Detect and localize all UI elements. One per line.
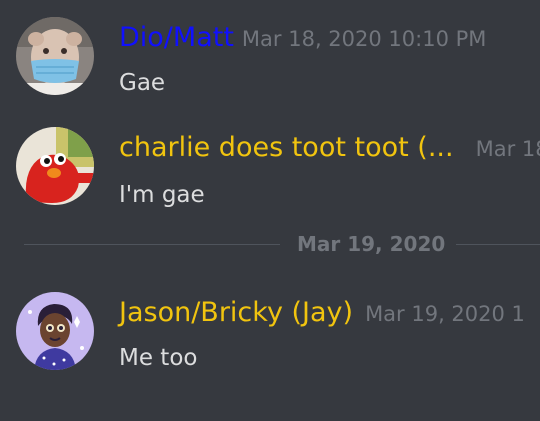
- message-item: charlie does toot toot (... Mar 18 I'm ga…: [0, 110, 540, 208]
- divider-line: [24, 244, 280, 245]
- username[interactable]: charlie does toot toot (...: [119, 132, 454, 163]
- message-content: I'm gae: [119, 182, 205, 208]
- red-creature-icon: [16, 127, 94, 205]
- message-header: Dio/Matt Mar 18, 2020 10:10 PM: [119, 22, 486, 53]
- message-header: charlie does toot toot (... Mar 18: [119, 132, 540, 163]
- red-creature-avatar[interactable]: [16, 127, 94, 205]
- timestamp: Mar 18, 2020 10:10 PM: [241, 27, 487, 51]
- message-content: Gae: [119, 70, 166, 96]
- cartoon-person-icon: [16, 292, 94, 370]
- username[interactable]: Jason/Bricky (Jay): [119, 297, 353, 328]
- date-divider-label: Mar 19, 2020: [297, 232, 446, 256]
- masked-face-icon: [16, 17, 94, 95]
- date-divider: Mar 19, 2020: [0, 232, 540, 258]
- message-item: Dio/Matt Mar 18, 2020 10:10 PM Gae: [0, 0, 540, 96]
- timestamp: Mar 19, 2020 1: [365, 302, 525, 326]
- message-header: Jason/Bricky (Jay) Mar 19, 2020 1: [119, 297, 525, 328]
- timestamp: Mar 18: [475, 137, 540, 161]
- message-content: Me too: [119, 345, 198, 371]
- cartoon-person-avatar[interactable]: [16, 292, 94, 370]
- divider-line: [456, 244, 540, 245]
- username[interactable]: Dio/Matt: [119, 22, 234, 53]
- masked-face-avatar[interactable]: [16, 17, 94, 95]
- message-item: Jason/Bricky (Jay) Mar 19, 2020 1 Me too: [0, 275, 540, 371]
- chat-message-list: Dio/Matt Mar 18, 2020 10:10 PM Gae charli…: [0, 0, 540, 421]
